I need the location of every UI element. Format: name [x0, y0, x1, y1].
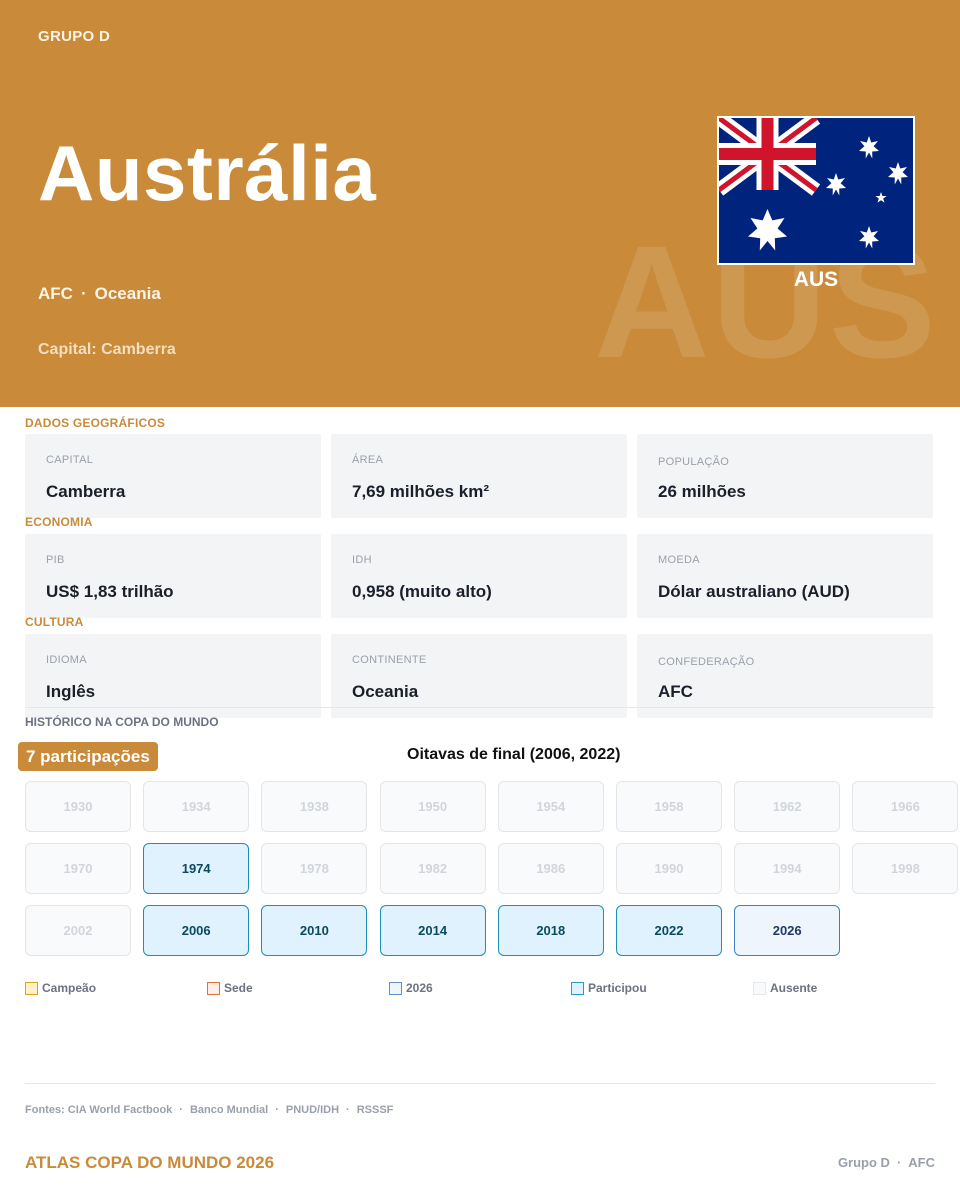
card-label: IDIOMA — [46, 654, 87, 666]
card-value: AFC — [658, 682, 693, 701]
legend-swatch — [207, 981, 220, 995]
capital-line: Capital: Camberra — [38, 341, 176, 358]
card-value: 26 milhões — [658, 482, 746, 501]
footer-divider — [25, 1083, 935, 1084]
year-tile-1934: 1934 — [143, 781, 250, 832]
year-tile-1950: 1950 — [379, 781, 486, 832]
culture-section-title: CULTURA — [25, 615, 84, 629]
economy-section-title: ECONOMIA — [25, 515, 93, 529]
legend-item: 2026 — [389, 981, 433, 995]
year-tile-1986: 1986 — [497, 843, 604, 894]
legend-item: Campeão — [25, 981, 96, 995]
economy-card-hdi: IDH 0,958 (muito alto) — [331, 534, 627, 618]
year-tile-1994: 1994 — [734, 843, 841, 894]
legend-swatch — [25, 981, 38, 995]
card-value: 0,958 (muito alto) — [352, 582, 492, 601]
source-item: RSSSF — [356, 1104, 394, 1116]
economy-card-gdp: PIB US$ 1,83 trilhão — [25, 534, 321, 618]
geo-section-title: DADOS GEOGRÁFICOS — [25, 416, 166, 430]
geo-card-area: ÁREA 7,69 milhões km² — [331, 434, 627, 518]
sources-line: Fontes: CIA World Factbook · Banco Mundial… — [25, 1104, 393, 1116]
year-tile-1954: 1954 — [497, 781, 604, 832]
card-label: CONTINENTE — [352, 654, 427, 666]
source-item: PNUD/IDH — [285, 1104, 340, 1116]
year-tile-2026: 2026 — [734, 905, 841, 956]
legend-item: Ausente — [753, 981, 817, 995]
geo-card-population: POPULAÇÃO 26 milhões — [637, 434, 933, 518]
year-tile-1966: 1966 — [852, 781, 959, 832]
year-tile-1978: 1978 — [261, 843, 368, 894]
footer-separator: · — [896, 1155, 902, 1170]
year-tile-2006: 2006 — [143, 905, 250, 956]
card-label: CONFEDERAÇÃO — [658, 656, 755, 668]
year-tile-2002: 2002 — [25, 905, 131, 956]
region-label: Oceania — [94, 284, 161, 303]
year-tile-1938: 1938 — [261, 781, 368, 832]
year-tile-1930: 1930 — [25, 781, 131, 832]
year-tile-1998: 1998 — [852, 843, 959, 894]
year-tile-2022: 2022 — [616, 905, 722, 956]
card-value: Camberra — [46, 482, 126, 501]
legend-label: Ausente — [770, 981, 818, 995]
brand-title: ATLAS COPA DO MUNDO 2026 — [25, 1153, 275, 1172]
source-separator: · — [346, 1104, 350, 1116]
legend-label: Participou — [588, 981, 647, 995]
history-divider — [25, 707, 935, 708]
year-tile-2010: 2010 — [261, 905, 368, 956]
confederation-label: AFC — [38, 284, 73, 303]
card-value: Inglês — [46, 682, 96, 701]
footer-confederation: AFC — [908, 1155, 935, 1170]
geo-card-capital: CAPITAL Camberra — [25, 434, 321, 518]
country-name: Austrália — [38, 129, 377, 217]
source-separator: · — [179, 1104, 183, 1116]
country-meta: AFC · Oceania — [38, 284, 161, 304]
year-tile-1962: 1962 — [734, 781, 841, 832]
legend-swatch — [389, 981, 402, 995]
best-result: Oitavas de final (2006, 2022) — [407, 746, 621, 763]
year-tile-2014: 2014 — [379, 905, 486, 956]
card-label: IDH — [352, 554, 372, 566]
source-separator: · — [275, 1104, 279, 1116]
card-value: Oceania — [352, 682, 419, 701]
year-tile-2018: 2018 — [497, 905, 604, 956]
source-item: Fontes: CIA World Factbook — [25, 1104, 173, 1116]
card-value: Dólar australiano (AUD) — [658, 582, 850, 601]
legend-item: Participou — [571, 981, 647, 995]
legend-label: 2026 — [406, 981, 433, 995]
meta-separator: · — [80, 284, 87, 303]
card-value: US$ 1,83 trilhão — [46, 582, 174, 601]
card-label: PIB — [46, 554, 65, 566]
australia-flag-icon — [717, 116, 915, 265]
card-value: 7,69 milhões km² — [352, 482, 490, 501]
country-code: AUS — [793, 268, 839, 291]
year-tile-1974: 1974 — [143, 843, 250, 894]
card-label: POPULAÇÃO — [658, 456, 730, 468]
country-header: AUS GRUPO D Austrália AFC · Oceania Capita… — [0, 0, 960, 407]
legend-label: Campeão — [42, 981, 97, 995]
history-section-title: HISTÓRICO NA COPA DO MUNDO — [25, 715, 219, 729]
culture-card-language: IDIOMA Inglês — [25, 634, 321, 718]
source-item: Banco Mundial — [189, 1104, 269, 1116]
year-tile-1982: 1982 — [379, 843, 486, 894]
participations-badge: 7 participações — [18, 742, 158, 771]
culture-card-confederation: CONFEDERAÇÃO AFC — [637, 634, 933, 718]
economy-card-currency: MOEDA Dólar australiano (AUD) — [637, 534, 933, 618]
legend-swatch — [753, 981, 766, 995]
year-tile-1958: 1958 — [616, 781, 722, 832]
legend-swatch — [571, 981, 584, 995]
legend-label: Sede — [224, 981, 253, 995]
year-tile-1990: 1990 — [616, 843, 722, 894]
group-label: GRUPO D — [38, 28, 111, 45]
legend-item: Sede — [207, 981, 253, 995]
year-tile-1970: 1970 — [25, 843, 131, 894]
card-label: ÁREA — [352, 454, 384, 466]
card-label: MOEDA — [658, 554, 700, 566]
footer-group: Grupo D — [837, 1155, 890, 1170]
footer-meta: Grupo D · AFC — [838, 1155, 935, 1170]
culture-card-continent: CONTINENTE Oceania — [331, 634, 627, 718]
card-label: CAPITAL — [46, 454, 94, 466]
